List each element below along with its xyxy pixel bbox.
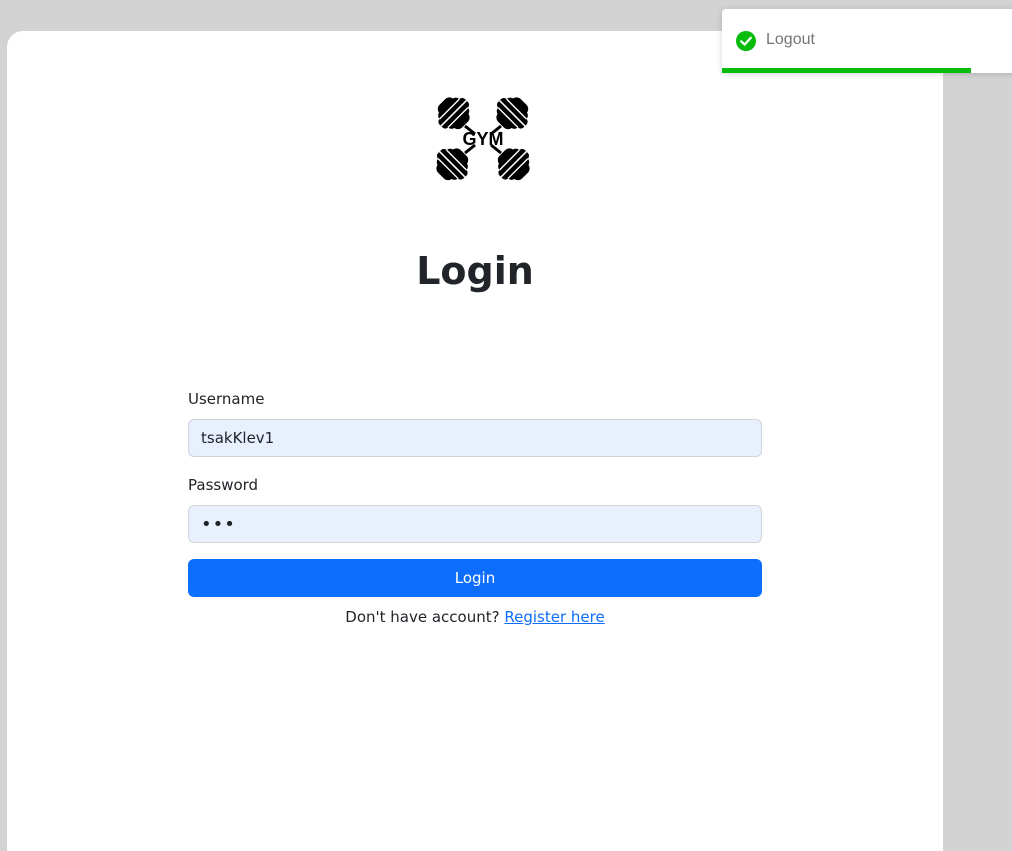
toast-progress-bar [722,68,971,73]
login-button[interactable]: Login [188,559,762,597]
username-label: Username [188,390,265,408]
logout-toast[interactable]: Logout [722,9,1012,73]
password-input[interactable] [188,505,762,543]
login-card: GYM Login Username Password Login Don't … [7,31,943,851]
register-prompt-text: Don't have account? [345,608,500,626]
gym-logo: GYM [436,97,530,181]
page-title: Login [416,249,534,293]
password-label: Password [188,476,259,494]
username-input[interactable] [188,419,762,457]
check-circle-icon [736,31,756,51]
toast-message: Logout [766,31,815,48]
logo-text: GYM [462,129,503,149]
register-link[interactable]: Register here [504,608,604,626]
register-prompt: Don't have account? Register here [7,608,943,626]
